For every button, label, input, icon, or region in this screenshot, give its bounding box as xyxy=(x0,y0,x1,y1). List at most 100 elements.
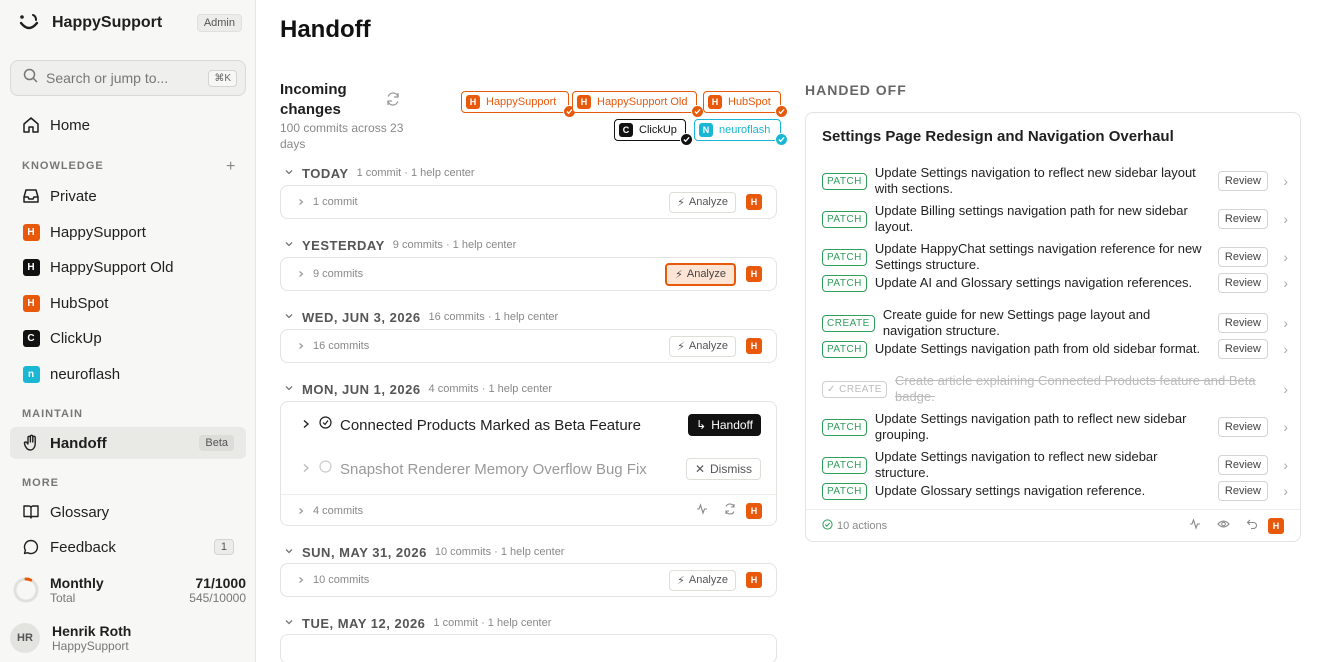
handoff-action-row[interactable]: CREATE Create guide for new Settings page… xyxy=(822,307,1288,339)
day-group-header[interactable]: SUN, MAY 31, 2026 10 commits · 1 help ce… xyxy=(284,543,564,561)
happysupport-source-icon: H xyxy=(746,338,762,354)
chevron-right-icon[interactable]: › xyxy=(1268,275,1288,291)
sidebar-item-label: Private xyxy=(50,187,97,205)
sidebar-item-happysupport-old[interactable]: H HappySupport Old xyxy=(10,251,246,283)
chevron-right-icon[interactable]: › xyxy=(1268,173,1288,189)
refresh-icon[interactable] xyxy=(386,92,400,111)
sidebar-item-home[interactable]: Home xyxy=(10,109,246,141)
story-item[interactable]: Connected Products Marked as Beta Featur… xyxy=(301,414,761,436)
sidebar-item-feedback[interactable]: Feedback 1 xyxy=(10,531,246,563)
chevron-right-icon xyxy=(297,265,305,283)
handoff-action-row[interactable]: PATCH Update Billing settings navigation … xyxy=(822,203,1288,235)
handoff-action-row[interactable]: PATCH Update Settings navigation path to … xyxy=(822,411,1288,443)
handoff-action-row[interactable]: PATCH Update Settings navigation path fro… xyxy=(822,339,1288,359)
review-button[interactable]: Review xyxy=(1217,481,1268,501)
commits-count: 4 commits xyxy=(313,504,364,517)
commit-group-footer[interactable]: 4 commits H xyxy=(281,494,776,526)
source-chip-label: HappySupport xyxy=(486,96,557,108)
happysupport-source-icon: H xyxy=(22,223,40,241)
undo-icon[interactable] xyxy=(1246,517,1258,535)
hand-icon xyxy=(22,434,40,452)
chevron-right-icon[interactable]: › xyxy=(1268,249,1288,265)
sidebar: HappySupport Admin Search or jump to... … xyxy=(0,0,256,662)
refresh-icon[interactable] xyxy=(724,502,736,520)
sidebar-item-happysupport[interactable]: H HappySupport xyxy=(10,216,246,248)
bolt-icon: ⚡︎ xyxy=(677,574,685,587)
commit-group-card[interactable]: 9 commits ⚡︎ Analyze H xyxy=(280,257,777,291)
source-chip-happysupport[interactable]: H HappySupport xyxy=(461,91,576,118)
action-description: Update Glossary settings navigation refe… xyxy=(874,483,1146,498)
handoff-action-row[interactable]: ✓ CREATE Create article explaining Connec… xyxy=(822,373,1288,405)
usage-value: 71/1000 xyxy=(195,575,246,591)
sidebar-item-private[interactable]: Private xyxy=(10,180,246,212)
patch-tag: PATCH xyxy=(822,210,867,228)
analyze-button[interactable]: ⚡︎ Analyze xyxy=(669,569,736,591)
add-knowledge-icon[interactable]: + xyxy=(226,158,235,176)
main-content: Handoff Incoming changes 100 commits acr… xyxy=(256,0,1329,662)
clickup-source-icon: C xyxy=(22,329,40,347)
analyze-button[interactable]: ⚡︎ Analyze xyxy=(669,335,736,357)
chevron-right-icon[interactable]: › xyxy=(1268,341,1288,357)
chevron-right-icon[interactable]: › xyxy=(1268,381,1288,397)
commit-group-card[interactable] xyxy=(280,634,777,662)
review-button[interactable]: Review xyxy=(1217,171,1268,191)
check-circle-icon xyxy=(319,416,332,434)
brand[interactable]: HappySupport Admin xyxy=(18,12,242,34)
review-button[interactable]: Review xyxy=(1217,209,1268,229)
handoff-action-row[interactable]: PATCH Update HappyChat settings navigatio… xyxy=(822,241,1288,273)
sidebar-item-neuroflash[interactable]: n neuroflash xyxy=(10,358,246,390)
chevron-right-icon[interactable]: › xyxy=(1268,457,1288,473)
review-button[interactable]: Review xyxy=(1217,273,1268,293)
commit-group-card[interactable]: 16 commits ⚡︎ Analyze H xyxy=(280,329,777,363)
analyze-button[interactable]: ⚡︎ Analyze xyxy=(669,191,736,213)
source-chip-happysupport-old[interactable]: H HappySupport Old xyxy=(572,91,704,118)
handoff-action-row[interactable]: PATCH Update Settings navigation to refle… xyxy=(822,165,1288,197)
search-input[interactable]: Search or jump to... ⌘K xyxy=(10,60,246,96)
handed-off-title: Settings Page Redesign and Navigation Ov… xyxy=(822,128,1174,145)
review-button[interactable]: Review xyxy=(1217,455,1268,475)
source-chip-hubspot[interactable]: H HubSpot xyxy=(703,91,788,118)
happysupport-source-icon: H xyxy=(746,502,762,519)
action-description: Create guide for new Settings page layou… xyxy=(882,307,1151,338)
handoff-action-row[interactable]: PATCH Update Glossary settings navigation… xyxy=(822,481,1288,501)
sidebar-item-hubspot[interactable]: H HubSpot xyxy=(10,287,246,319)
chevron-right-icon[interactable]: › xyxy=(1268,483,1288,499)
day-label: MON, JUN 1, 2026 xyxy=(302,381,421,397)
sidebar-item-handoff[interactable]: Handoff Beta xyxy=(10,427,246,459)
chevron-right-icon[interactable]: › xyxy=(1268,315,1288,331)
day-group-header[interactable]: MON, JUN 1, 2026 4 commits · 1 help cent… xyxy=(284,380,552,398)
smile-logo-icon xyxy=(18,12,40,34)
day-group-header[interactable]: TODAY 1 commit · 1 help center xyxy=(284,164,475,182)
commit-group-card[interactable]: 10 commits ⚡︎ Analyze H xyxy=(280,563,777,597)
day-group-header[interactable]: YESTERDAY 9 commits · 1 help center xyxy=(284,236,516,254)
activity-icon[interactable] xyxy=(696,502,708,520)
chevron-right-icon[interactable]: › xyxy=(1268,211,1288,227)
day-group-header[interactable]: TUE, MAY 12, 2026 1 commit · 1 help cent… xyxy=(284,614,551,632)
usage-meter[interactable]: Monthly 71/1000 Total 545/10000 xyxy=(10,570,246,610)
review-button[interactable]: Review xyxy=(1217,313,1268,333)
user-profile[interactable]: HR Henrik Roth HappySupport xyxy=(10,618,246,658)
chevron-right-icon xyxy=(297,193,305,211)
source-chip-clickup[interactable]: C ClickUp xyxy=(614,119,693,146)
review-button[interactable]: Review xyxy=(1217,417,1268,437)
actions-count: 10 actions xyxy=(837,520,888,532)
chevron-right-icon[interactable]: › xyxy=(1268,419,1288,435)
handoff-action-row[interactable]: PATCH Update Settings navigation to refle… xyxy=(822,449,1288,481)
dismiss-button[interactable]: ✕ Dismiss xyxy=(685,458,761,480)
action-description: Update Settings navigation to reflect ne… xyxy=(874,165,1196,196)
commit-group-card[interactable]: 1 commit ⚡︎ Analyze H xyxy=(280,185,777,219)
commits-count: 1 commit xyxy=(313,196,358,208)
sidebar-item-glossary[interactable]: Glossary xyxy=(10,496,246,528)
handoff-action-row[interactable]: PATCH Update AI and Glossary settings nav… xyxy=(822,273,1288,293)
review-button[interactable]: Review xyxy=(1217,247,1268,267)
analyze-button[interactable]: ⚡︎ Analyze xyxy=(665,262,736,286)
handoff-button[interactable]: ↳ Handoff xyxy=(688,414,761,436)
source-chip-neuroflash[interactable]: N neuroflash xyxy=(694,119,788,146)
review-button[interactable]: Review xyxy=(1217,339,1268,359)
eye-icon[interactable] xyxy=(1217,517,1230,535)
incoming-changes-title: Incoming changes xyxy=(280,81,347,118)
story-item[interactable]: Snapshot Renderer Memory Overflow Bug Fi… xyxy=(301,458,761,480)
activity-icon[interactable] xyxy=(1189,517,1201,535)
day-group-header[interactable]: WED, JUN 3, 2026 16 commits · 1 help cen… xyxy=(284,308,558,326)
sidebar-item-clickup[interactable]: C ClickUp xyxy=(10,322,246,354)
